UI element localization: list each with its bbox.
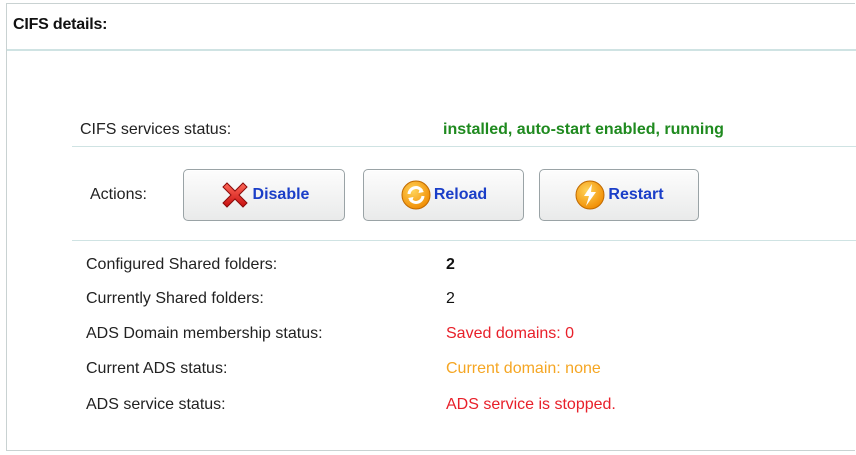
red-x-icon [219, 179, 251, 211]
detail-value: Current domain: none [446, 360, 601, 377]
detail-value: 2 [446, 256, 455, 273]
title-divider [7, 49, 856, 51]
restart-button-label: Restart [608, 186, 664, 203]
cifs-details-panel: CIFS details: [6, 3, 856, 451]
detail-label: Currently Shared folders: [86, 290, 264, 307]
restart-button[interactable]: Restart [539, 169, 699, 221]
cifs-status-label: CIFS services status: [80, 121, 232, 138]
detail-label: ADS service status: [86, 396, 226, 413]
divider [72, 240, 856, 241]
divider [72, 146, 856, 147]
lightning-icon [574, 179, 606, 211]
reload-button[interactable]: Reload [363, 169, 524, 221]
detail-value: ADS service is stopped. [446, 396, 616, 413]
detail-label: Configured Shared folders: [86, 256, 278, 273]
panel-title: CIFS details: [13, 16, 108, 33]
reload-button-label: Reload [433, 186, 488, 203]
detail-label: Current ADS status: [86, 360, 228, 377]
detail-value: Saved domains: 0 [446, 325, 575, 342]
disable-button[interactable]: Disable [183, 169, 345, 221]
actions-label: Actions: [90, 186, 147, 203]
detail-label: ADS Domain membership status: [86, 325, 323, 342]
cifs-status-value: installed, auto-start enabled, running [443, 121, 724, 138]
reload-arrows-icon [400, 179, 432, 211]
disable-button-label: Disable [252, 186, 310, 203]
detail-value: 2 [446, 290, 455, 307]
